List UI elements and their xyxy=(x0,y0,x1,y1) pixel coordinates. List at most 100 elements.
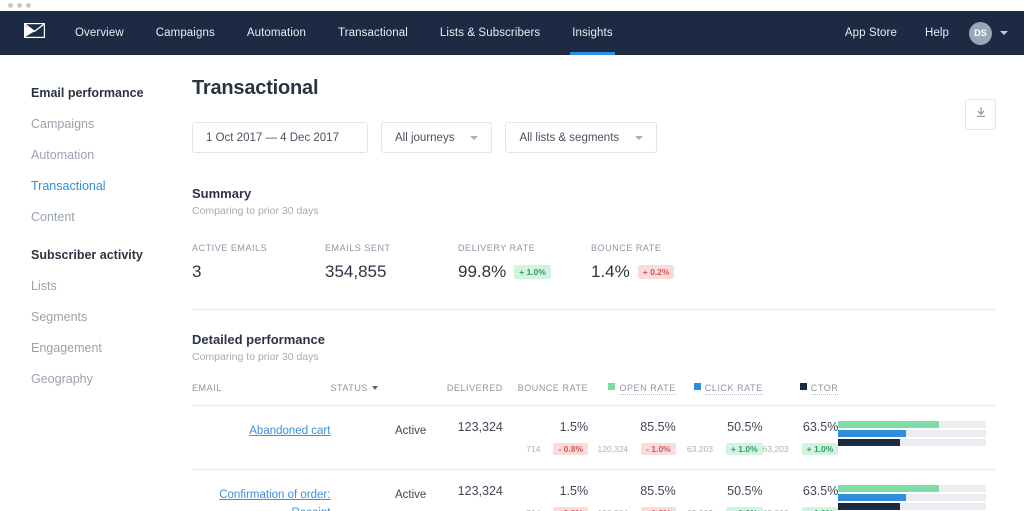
email-link[interactable]: Abandoned cart xyxy=(249,425,330,437)
window-dot-close[interactable] xyxy=(8,3,13,8)
ctor-count: 63,203 xyxy=(762,443,789,454)
column-label: OPEN RATE xyxy=(619,383,676,395)
column-header-delivered[interactable]: DELIVERED xyxy=(426,383,503,406)
column-header-ctor[interactable]: CTOR xyxy=(762,383,839,406)
nav-label: App Store xyxy=(844,27,897,39)
ctor-bar xyxy=(838,439,901,446)
open-rate-value: 85.5% xyxy=(640,420,676,434)
nav-item-lists-subscribers[interactable]: Lists & Subscribers xyxy=(424,11,556,55)
cell-bounce-rate: 1.5% 714 - 0.8% xyxy=(502,405,589,470)
column-label: BOUNCE RATE xyxy=(517,383,589,393)
table-body: Abandoned cart Active 123,324 1.5% 714 -… xyxy=(192,405,996,511)
nav-label: Insights xyxy=(572,27,613,39)
summary-title: Summary xyxy=(192,186,252,201)
open-rate-bar xyxy=(838,485,939,492)
email-link[interactable]: Confirmation of order: Receipt xyxy=(219,489,330,511)
sidebar-item-segments[interactable]: Segments xyxy=(0,310,192,324)
date-range-value: 1 Oct 2017 — 4 Dec 2017 xyxy=(206,131,339,144)
status-badge: - 1.0% xyxy=(641,506,676,511)
ctor-bar-track xyxy=(838,439,987,446)
page-body: Email performance Campaigns Automation T… xyxy=(0,55,1024,511)
chevron-down-icon[interactable] xyxy=(1000,31,1008,35)
cell-ctor: 63.5% 63,203 + 1.0% xyxy=(762,469,839,511)
column-label: DELIVERED xyxy=(446,383,503,393)
lists-segments-value: All lists & segments xyxy=(519,131,620,144)
column-header-click-rate[interactable]: CLICK RATE xyxy=(675,383,763,406)
status-badge: + 1.0% xyxy=(801,442,839,455)
sidebar-item-automation[interactable]: Automation xyxy=(0,148,192,162)
nav-item-help[interactable]: Help xyxy=(911,27,963,39)
page-title: Transactional xyxy=(192,77,319,99)
column-header-open-rate[interactable]: OPEN RATE xyxy=(588,383,676,406)
cell-status: Active xyxy=(330,405,427,470)
cell-delivered: 123,324 xyxy=(426,405,503,470)
open-rate-bar-track xyxy=(838,485,987,492)
metric-label: DELIVERY RATE xyxy=(458,243,536,253)
column-header-bounce-rate[interactable]: BOUNCE RATE xyxy=(502,383,589,406)
column-label: CTOR xyxy=(810,383,839,395)
table-row[interactable]: Abandoned cart Active 123,324 1.5% 714 -… xyxy=(192,405,996,470)
filter-bar: 1 Oct 2017 — 4 Dec 2017 All journeys All… xyxy=(192,122,996,153)
detailed-section-header: Detailed performance Comparing to prior … xyxy=(192,332,996,363)
metric-value: 99.8% xyxy=(458,262,507,281)
lists-segments-select[interactable]: All lists & segments xyxy=(505,122,658,153)
cell-email: Abandoned cart xyxy=(192,405,331,470)
top-navigation-bar: Overview Campaigns Automation Transactio… xyxy=(0,11,1024,55)
nav-item-campaigns[interactable]: Campaigns xyxy=(140,11,231,55)
status-badge: + 1.0% xyxy=(514,265,551,279)
sidebar-item-lists[interactable]: Lists xyxy=(0,279,192,293)
table-header: EMAIL STATUS DELIVERED BOUNCE RATE OPEN … xyxy=(192,383,996,406)
nav-label: Transactional xyxy=(338,27,408,39)
date-range-picker[interactable]: 1 Oct 2017 — 4 Dec 2017 xyxy=(192,122,368,153)
status-badge: + 1.0% xyxy=(725,506,763,511)
sidebar-item-campaigns[interactable]: Campaigns xyxy=(0,117,192,131)
metric-emails-sent: EMAILS SENT 354,855 xyxy=(325,243,458,282)
window-dot-maximize[interactable] xyxy=(26,3,31,8)
cell-open-rate: 85.5% 120,324 - 1.0% xyxy=(588,469,676,511)
journeys-select[interactable]: All journeys xyxy=(381,122,493,153)
open-rate-count: 120,324 xyxy=(597,443,629,454)
bounce-rate-value: 1.5% xyxy=(559,420,589,434)
nav-label: Help xyxy=(924,27,949,39)
app-logo[interactable] xyxy=(0,11,59,55)
ctor-bar-track xyxy=(838,503,987,510)
click-rate-count: 63,203 xyxy=(686,443,713,454)
status-badge: + 0.2% xyxy=(637,265,675,279)
sidebar-group-email-performance: Email performance xyxy=(31,86,144,100)
cell-bar-chart xyxy=(838,405,996,470)
summary-subtitle: Comparing to prior 30 days xyxy=(192,205,319,217)
sidebar-item-geography[interactable]: Geography xyxy=(0,372,192,386)
cell-click-rate: 50.5% 63,203 + 1.0% xyxy=(675,469,763,511)
table-row[interactable]: Confirmation of order: Receipt Active 12… xyxy=(192,469,996,511)
metric-active-emails: ACTIVE EMAILS 3 xyxy=(192,243,325,282)
window-chrome xyxy=(0,0,1024,11)
column-header-status[interactable]: STATUS xyxy=(330,383,427,406)
sidebar-item-content[interactable]: Content xyxy=(0,210,192,224)
nav-item-automation[interactable]: Automation xyxy=(231,11,322,55)
nav-label: Automation xyxy=(246,27,306,39)
mini-bar-chart xyxy=(838,421,987,446)
column-label: EMAIL xyxy=(192,383,222,393)
column-header-bars xyxy=(838,383,996,406)
cell-bar-chart xyxy=(838,469,996,511)
click-rate-bar-track xyxy=(838,494,987,501)
primary-nav-items: Overview Campaigns Automation Transactio… xyxy=(59,11,629,55)
download-button[interactable] xyxy=(965,99,996,130)
delivered-value: 123,324 xyxy=(457,484,503,498)
open-rate-value: 85.5% xyxy=(640,484,676,498)
avatar[interactable]: DS xyxy=(969,21,992,45)
sidebar-group-subscriber-activity: Subscriber activity xyxy=(31,248,143,262)
ctor-value: 63.5% xyxy=(802,484,839,498)
nav-item-overview[interactable]: Overview xyxy=(59,11,140,55)
column-header-email[interactable]: EMAIL xyxy=(192,383,331,406)
metric-value: 3 xyxy=(192,262,202,281)
cell-email: Confirmation of order: Receipt xyxy=(192,469,331,511)
sidebar-item-engagement[interactable]: Engagement xyxy=(0,341,192,355)
status-badge: - 0.8% xyxy=(553,442,589,455)
status-badge: - 0.8% xyxy=(553,506,589,511)
sidebar-item-transactional[interactable]: Transactional xyxy=(0,179,192,193)
window-dot-minimize[interactable] xyxy=(17,3,22,8)
nav-item-insights[interactable]: Insights xyxy=(556,11,628,55)
nav-item-app-store[interactable]: App Store xyxy=(831,27,911,39)
nav-item-transactional[interactable]: Transactional xyxy=(322,11,424,55)
